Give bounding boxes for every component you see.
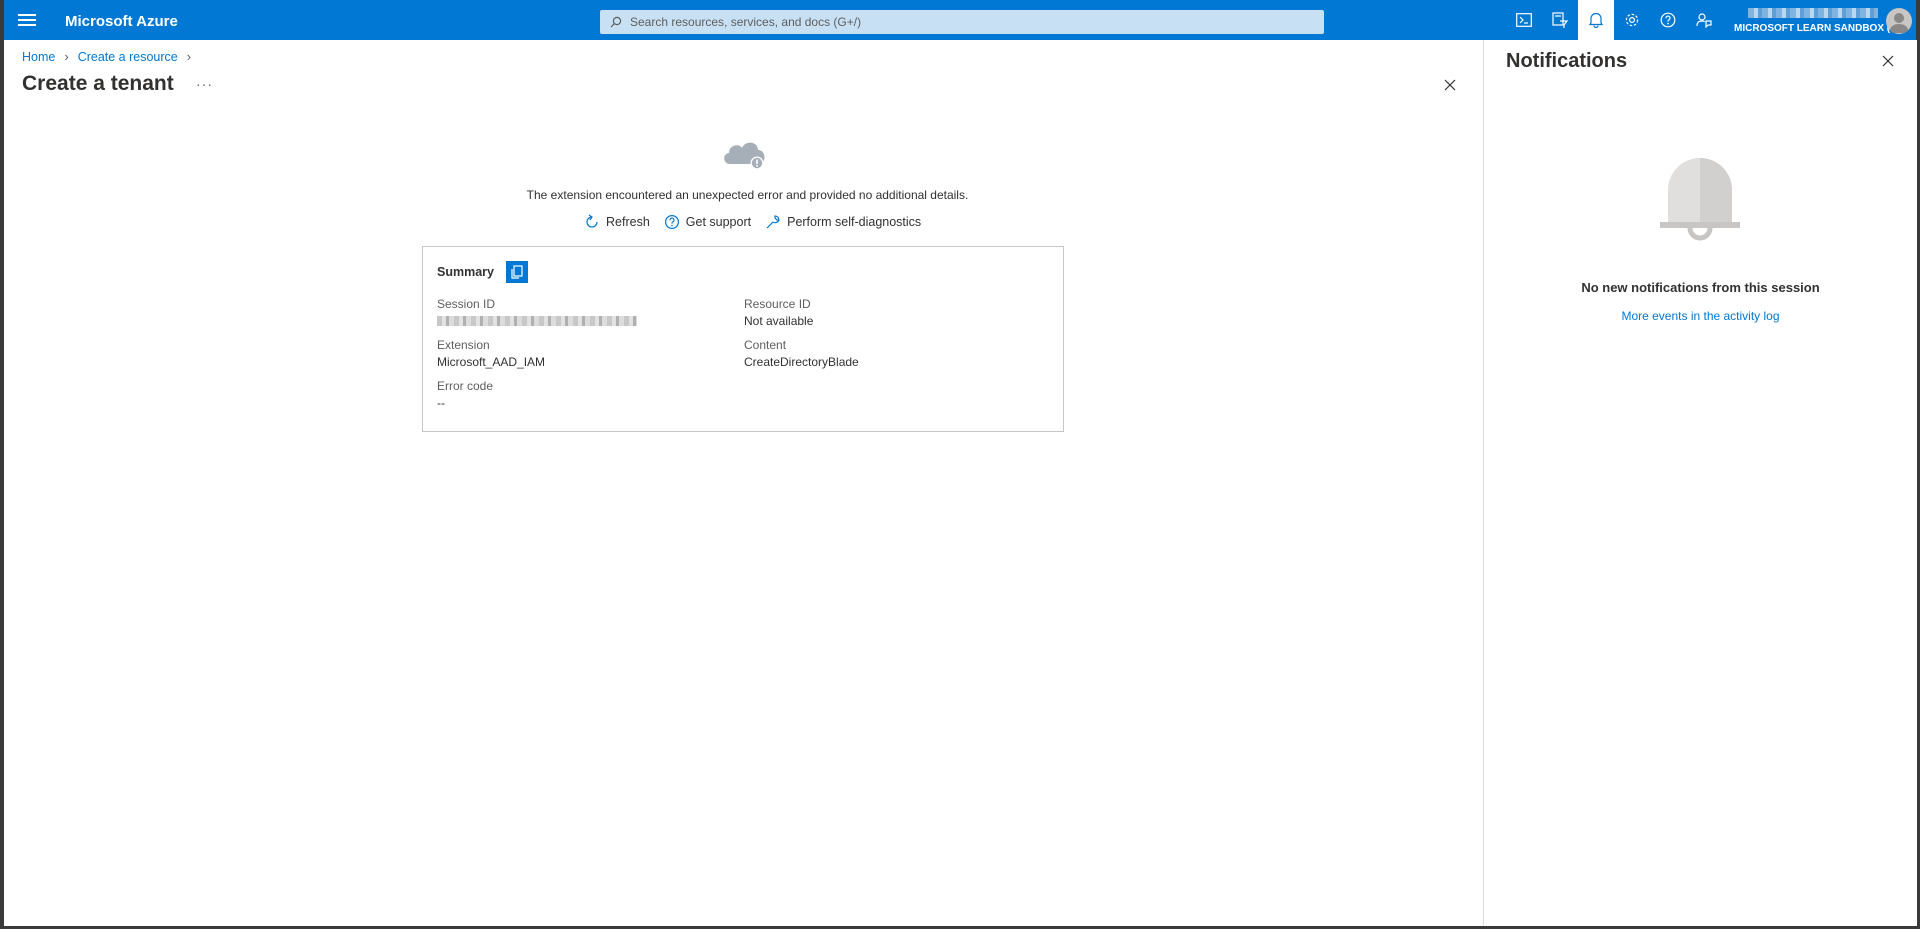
error-code-value: -- <box>437 396 445 410</box>
more-options-button[interactable]: ··· <box>196 76 213 92</box>
error-code-field: Error code -- <box>437 379 493 410</box>
help-button[interactable] <box>1650 0 1686 40</box>
settings-button[interactable] <box>1614 0 1650 40</box>
resource-id-value: Not available <box>744 314 814 328</box>
refresh-label: Refresh <box>606 215 650 229</box>
copy-icon <box>511 265 523 279</box>
notifications-title: Notifications <box>1506 50 1628 72</box>
copy-button[interactable] <box>505 261 528 283</box>
cloud-shell-icon <box>1516 13 1532 27</box>
breadcrumb-home[interactable]: Home <box>22 50 55 64</box>
cloud-error-icon <box>724 142 765 170</box>
directory-filter-button[interactable] <box>1542 0 1578 40</box>
error-code-label: Error code <box>437 379 494 393</box>
self-diagnostics-label: Perform self-diagnostics <box>787 215 922 229</box>
close-notifications-button[interactable] <box>1882 54 1894 72</box>
feedback-icon <box>1696 13 1712 28</box>
get-support-label: Get support <box>685 215 752 229</box>
notifications-panel: Notifications No new notifications from … <box>1483 40 1917 926</box>
azure-portal: Microsoft Azure Search resources, servic… <box>4 0 1917 926</box>
wrench-icon <box>766 215 780 229</box>
error-message: The extension encountered an unexpected … <box>526 188 969 202</box>
no-notifications-message: No new notifications from this session <box>1581 280 1820 295</box>
resource-id-field: Resource ID Not available <box>744 297 813 328</box>
search-box[interactable] <box>600 10 1324 34</box>
content-label: Content <box>744 338 787 352</box>
breadcrumb-create-resource[interactable]: Create a resource <box>78 50 178 64</box>
notifications-icon <box>1589 12 1603 28</box>
session-id-value-redacted <box>437 316 637 326</box>
feedback-button[interactable] <box>1686 0 1722 40</box>
breadcrumb: Home › Create a resource › <box>22 49 200 64</box>
close-icon <box>1444 79 1456 91</box>
extension-label: Extension <box>437 338 490 352</box>
settings-icon <box>1625 13 1639 27</box>
search-icon <box>610 16 622 28</box>
close-icon <box>1882 55 1894 67</box>
search-input[interactable] <box>628 14 1312 30</box>
extension-field: Extension Microsoft_AAD_IAM <box>437 338 545 369</box>
chevron-right-icon: › <box>64 49 69 64</box>
resource-id-label: Resource ID <box>744 297 811 311</box>
summary-card: Summary Session ID Resource ID Not avail… <box>422 246 1064 432</box>
page-title: Create a tenant <box>22 72 174 95</box>
refresh-icon <box>586 214 598 228</box>
cloud-shell-button[interactable] <box>1506 0 1542 40</box>
directory-filter-icon <box>1552 12 1568 28</box>
help-circle-icon <box>664 214 679 230</box>
session-id-label: Session ID <box>437 297 496 311</box>
avatar[interactable] <box>1886 8 1912 34</box>
account-info[interactable]: MICROSOFT LEARN SANDBOX (L... <box>1734 8 1905 34</box>
error-actions: Refresh Get support Perform self-diagnos… <box>584 214 935 230</box>
close-blade-button[interactable] <box>1444 78 1456 96</box>
top-bar: Microsoft Azure Search resources, servic… <box>4 0 1916 40</box>
person-icon <box>1889 13 1909 33</box>
content-value: CreateDirectoryBlade <box>744 355 859 369</box>
account-directory: MICROSOFT LEARN SANDBOX (L... <box>1734 23 1905 34</box>
chevron-right-icon: › <box>186 49 192 64</box>
refresh-button[interactable]: Refresh <box>584 214 650 230</box>
bell-icon <box>1660 158 1740 241</box>
help-icon <box>1660 12 1676 28</box>
extension-value: Microsoft_AAD_IAM <box>437 355 546 369</box>
menu-icon[interactable] <box>18 11 36 29</box>
notifications-button[interactable] <box>1578 0 1614 40</box>
get-support-button[interactable]: Get support <box>664 214 751 230</box>
account-email-redacted <box>1748 8 1878 18</box>
summary-title: Summary <box>437 265 494 279</box>
session-id-field: Session ID <box>437 297 637 326</box>
activity-log-link[interactable]: More events in the activity log <box>1484 309 1917 323</box>
summary-header: Summary <box>437 261 528 283</box>
brand-title[interactable]: Microsoft Azure <box>65 13 178 30</box>
content-field: Content CreateDirectoryBlade <box>744 338 859 369</box>
self-diagnostics-button[interactable]: Perform self-diagnostics <box>765 214 921 230</box>
